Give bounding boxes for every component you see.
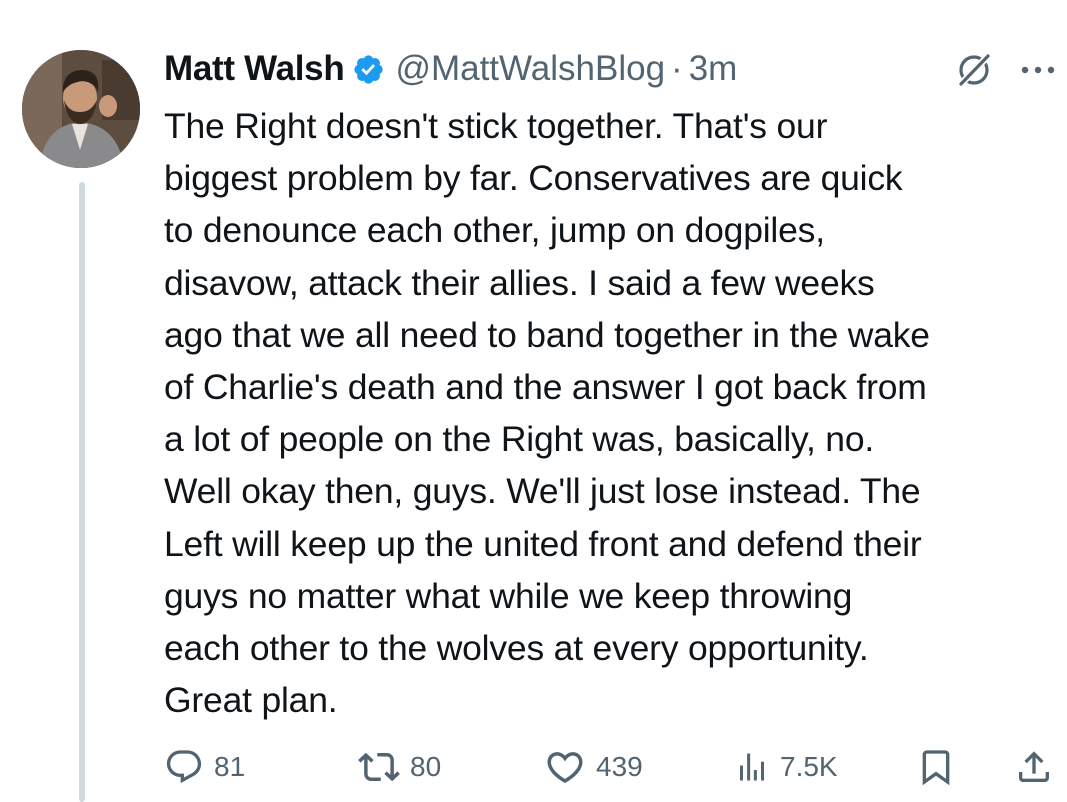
tweet-body-line: guys no matter what while we keep throwi…	[164, 575, 853, 616]
views-count: 7.5K	[780, 751, 838, 782]
avatar[interactable]	[22, 50, 140, 168]
views-chart-icon	[740, 753, 764, 781]
tweet[interactable]: Matt Walsh @MattWalshBlog · 3m The Right…	[0, 0, 1067, 802]
more-options-icon[interactable]	[1018, 62, 1058, 78]
bookmark-button[interactable]	[916, 742, 956, 792]
bookmark-icon	[922, 750, 950, 786]
verified-badge-icon	[352, 53, 385, 86]
reply-icon	[166, 750, 202, 784]
tweet-body-line: Left will keep up the united front and d…	[164, 523, 922, 564]
avatar-image	[22, 50, 140, 168]
reply-button[interactable]: 81	[164, 742, 245, 792]
tweet-body-line: each other to the wolves at every opport…	[164, 628, 869, 669]
tweet-body-line: of Charlie's death and the answer I got …	[164, 367, 927, 408]
tweet-body: The Right doesn't stick together. That's…	[164, 100, 1059, 726]
separator-dot: ·	[671, 49, 683, 88]
tweet-body-line: ago that we all need to band together in…	[164, 314, 930, 355]
views-button[interactable]: 7.5K	[734, 742, 838, 792]
repost-icon	[358, 752, 400, 782]
tweet-body-line: The Right doesn't stick together. That's…	[164, 106, 828, 146]
tweet-body-line: Great plan.	[164, 680, 338, 721]
repost-button[interactable]: 80	[358, 742, 441, 792]
grok-icon[interactable]	[954, 50, 994, 90]
tweet-body-line: Well okay then, guys. We'll just lose in…	[164, 471, 921, 512]
tweet-body-line: a lot of people on the Right was, basica…	[164, 419, 875, 460]
author-name[interactable]: Matt Walsh	[164, 49, 345, 89]
tweet-body-line: disavow, attack their allies. I said a f…	[164, 262, 875, 303]
thread-line	[79, 182, 85, 802]
tweet-header: Matt Walsh @MattWalshBlog · 3m	[164, 46, 737, 92]
like-count: 439	[596, 751, 643, 782]
action-bar: 81 80 439 7.5K	[0, 742, 1067, 792]
repost-count: 80	[410, 751, 442, 782]
tweet-body-line: to denounce each other, jump on dogpiles…	[164, 210, 825, 251]
timestamp[interactable]: 3m	[689, 49, 738, 89]
tweet-body-line: biggest problem by far. Conservatives ar…	[164, 158, 903, 199]
share-icon	[1019, 751, 1049, 782]
share-button[interactable]	[1014, 742, 1054, 792]
like-button[interactable]: 439	[544, 742, 643, 792]
heart-icon	[547, 752, 583, 784]
author-handle[interactable]: @MattWalshBlog	[395, 49, 665, 89]
reply-count: 81	[214, 751, 246, 782]
